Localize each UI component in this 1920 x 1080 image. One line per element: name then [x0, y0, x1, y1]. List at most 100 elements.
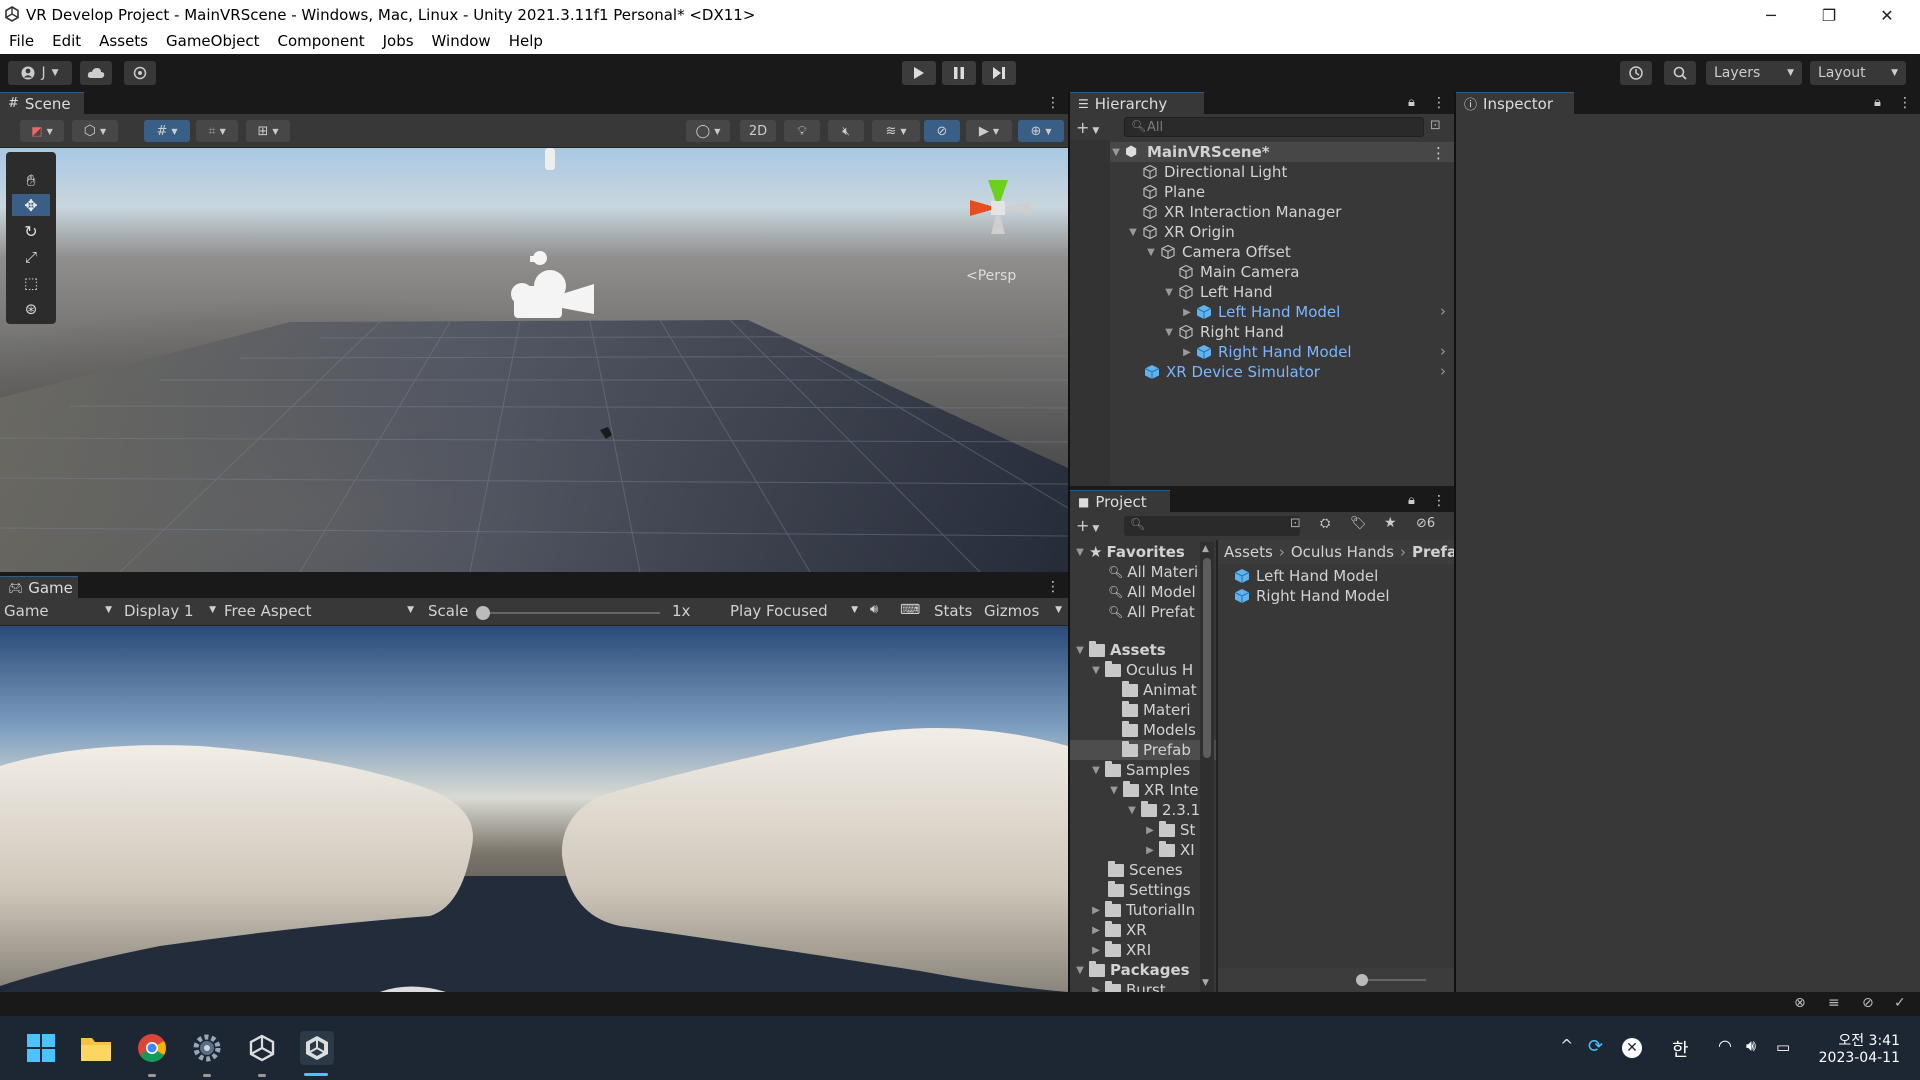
wifi-icon[interactable]: ◠: [1718, 1036, 1732, 1055]
debug-off-icon[interactable]: ⊗: [1794, 995, 1806, 1011]
hierarchy-item-prefab[interactable]: ▶ Left Hand Model ›: [1181, 302, 1454, 322]
hierarchy-item[interactable]: Directional Light: [1142, 162, 1287, 182]
filter-label-icon[interactable]: 🏷︎: [1350, 516, 1367, 531]
scale-slider-track[interactable]: [480, 612, 660, 614]
expand-arrow-icon[interactable]: ▼: [1090, 664, 1102, 676]
expand-arrow-icon[interactable]: ▶: [1181, 346, 1193, 358]
folder-item[interactable]: ▶ XR: [1090, 920, 1147, 940]
expand-arrow-icon[interactable]: ▶: [1181, 306, 1193, 318]
hierarchy-item[interactable]: ▼ Right Hand: [1163, 322, 1284, 342]
stats-button[interactable]: Stats: [934, 602, 972, 620]
play-button[interactable]: [902, 61, 936, 85]
folder-item[interactable]: ▶ TutorialIn: [1090, 900, 1195, 920]
hierarchy-item[interactable]: Plane: [1142, 182, 1205, 202]
clock-date[interactable]: 2023-04-11: [1816, 1050, 1900, 1066]
keyboard-icon[interactable]: ⌨: [900, 602, 920, 618]
gizmos-dropdown-game[interactable]: Gizmos ▼: [984, 602, 1062, 620]
favorite-item[interactable]: 🔍︎ All Materi: [1108, 562, 1198, 582]
icon-size-slider-track[interactable]: [1360, 979, 1426, 981]
favorite-item[interactable]: 🔍︎ All Prefat: [1108, 602, 1195, 622]
expand-arrow-icon[interactable]: ▼: [1127, 226, 1139, 238]
menu-component[interactable]: Component: [269, 30, 374, 54]
expand-arrow-icon[interactable]: ▼: [1090, 764, 1102, 776]
more-options-icon[interactable]: ⋮: [1898, 95, 1912, 111]
move-tool-icon[interactable]: ✥: [12, 194, 50, 216]
collab-button[interactable]: [124, 61, 156, 85]
layout-dropdown[interactable]: Layout ▼: [1810, 61, 1906, 85]
hierarchy-item[interactable]: Main Camera: [1178, 262, 1299, 282]
lighting-toggle[interactable]: 💡︎: [784, 120, 820, 142]
scroll-down-icon[interactable]: ▼: [1202, 978, 1209, 988]
folder-item[interactable]: Settings: [1108, 880, 1191, 900]
hierarchy-item[interactable]: ▼ Camera Offset: [1145, 242, 1291, 262]
more-options-icon[interactable]: ⋮: [1046, 95, 1060, 111]
scene-root-row[interactable]: ▼ ⬢ MainVRScene* ⋮: [1110, 142, 1454, 162]
menu-window[interactable]: Window: [423, 30, 500, 54]
folder-item[interactable]: ▶ XI: [1144, 840, 1195, 860]
minimize-button[interactable]: ─: [1742, 0, 1800, 30]
expand-arrow-icon[interactable]: ▼: [1074, 546, 1086, 558]
pause-button[interactable]: [942, 61, 976, 85]
favorite-item[interactable]: 🔍︎ All Model: [1108, 582, 1196, 602]
more-options-icon[interactable]: ⋮: [1432, 95, 1446, 111]
folder-item[interactable]: ▶ Burst: [1090, 980, 1166, 992]
chrome-icon[interactable]: [135, 1031, 169, 1065]
chevron-right-icon[interactable]: ›: [1440, 362, 1446, 380]
toggle-2d-button[interactable]: 2D: [740, 120, 776, 142]
folder-item[interactable]: Scenes: [1108, 860, 1183, 880]
more-options-icon[interactable]: ⋮: [1432, 493, 1446, 509]
render-mode-dropdown[interactable]: ⬡ ▼: [72, 120, 118, 142]
step-button[interactable]: [982, 61, 1016, 85]
progress-check-icon[interactable]: ✓: [1894, 995, 1906, 1011]
scale-slider-thumb[interactable]: [476, 606, 490, 620]
rect-tool-icon[interactable]: ⬚: [12, 272, 50, 294]
project-search-input[interactable]: 🔍︎: [1124, 516, 1300, 536]
scale-tool-icon[interactable]: ⤢: [12, 246, 50, 268]
expand-arrow-icon[interactable]: ▶: [1090, 984, 1102, 993]
battery-icon[interactable]: ▭: [1776, 1038, 1790, 1056]
layers-dropdown[interactable]: Layers ▼: [1706, 61, 1802, 85]
tab-inspector[interactable]: ⓘ Inspector: [1456, 92, 1574, 114]
breadcrumb-item-current[interactable]: Prefa: [1412, 543, 1454, 561]
tab-game[interactable]: 🎮︎ Game: [0, 576, 78, 598]
rotate-tool-icon[interactable]: ↻: [12, 220, 50, 242]
menu-help[interactable]: Help: [500, 30, 552, 54]
folder-item[interactable]: Models: [1122, 720, 1196, 740]
game-viewport[interactable]: [0, 626, 1068, 992]
audio-toggle[interactable]: 🔇︎: [828, 120, 864, 142]
display-dropdown[interactable]: Display 1 ▼: [124, 602, 216, 620]
expand-arrow-icon[interactable]: ▶: [1090, 944, 1102, 956]
icon-size-slider-thumb[interactable]: [1356, 974, 1368, 986]
camera-dropdown[interactable]: ▶ ▼: [966, 120, 1012, 142]
tree-scrollbar[interactable]: ▲ ▼: [1200, 542, 1214, 992]
scroll-up-icon[interactable]: ▲: [1202, 544, 1209, 554]
auto-generate-icon[interactable]: ⊘: [1862, 995, 1874, 1011]
hierarchy-item-prefab[interactable]: ▶ Right Hand Model ›: [1181, 342, 1454, 362]
transform-tool-icon[interactable]: ⊛: [12, 298, 50, 320]
unity-editor-icon[interactable]: [300, 1031, 334, 1065]
expand-arrow-icon[interactable]: ▶: [1144, 824, 1156, 836]
snap-increment-dropdown[interactable]: ⌗ ▼: [196, 120, 238, 142]
expand-arrow-icon[interactable]: ▼: [1163, 286, 1175, 298]
file-explorer-icon[interactable]: [79, 1031, 113, 1065]
search-button[interactable]: [1664, 61, 1696, 85]
scene-viewport[interactable]: <Persp ✋︎ ✥ ↻ ⤢ ⬚ ⊛: [0, 148, 1068, 572]
expand-arrow-icon[interactable]: ▶: [1144, 844, 1156, 856]
aspect-dropdown[interactable]: Free Aspect ▼: [224, 602, 414, 620]
favorite-star-icon[interactable]: ★: [1384, 515, 1397, 531]
draw-mode-dropdown[interactable]: ◩ ▼: [20, 120, 64, 142]
settings-gear-icon[interactable]: [190, 1031, 224, 1065]
folder-item[interactable]: ▶ St: [1144, 820, 1195, 840]
folder-item[interactable]: Materi: [1122, 700, 1191, 720]
windows-start-icon[interactable]: [24, 1031, 58, 1065]
sync-icon[interactable]: ⟳: [1588, 1036, 1603, 1057]
tab-scene[interactable]: # Scene: [0, 92, 84, 114]
expand-arrow-icon[interactable]: ▼: [1074, 644, 1086, 656]
unity-hub-icon[interactable]: [245, 1031, 279, 1065]
asset-file[interactable]: Right Hand Model: [1234, 586, 1390, 606]
hidden-packages-toggle[interactable]: ⊘ 6: [1416, 516, 1435, 531]
chevron-right-icon[interactable]: ›: [1440, 342, 1446, 360]
folder-item[interactable]: ▼ Samples: [1090, 760, 1190, 780]
align-dropdown[interactable]: ⊞ ▼: [246, 120, 290, 142]
folder-item[interactable]: ▼ Oculus H: [1090, 660, 1193, 680]
